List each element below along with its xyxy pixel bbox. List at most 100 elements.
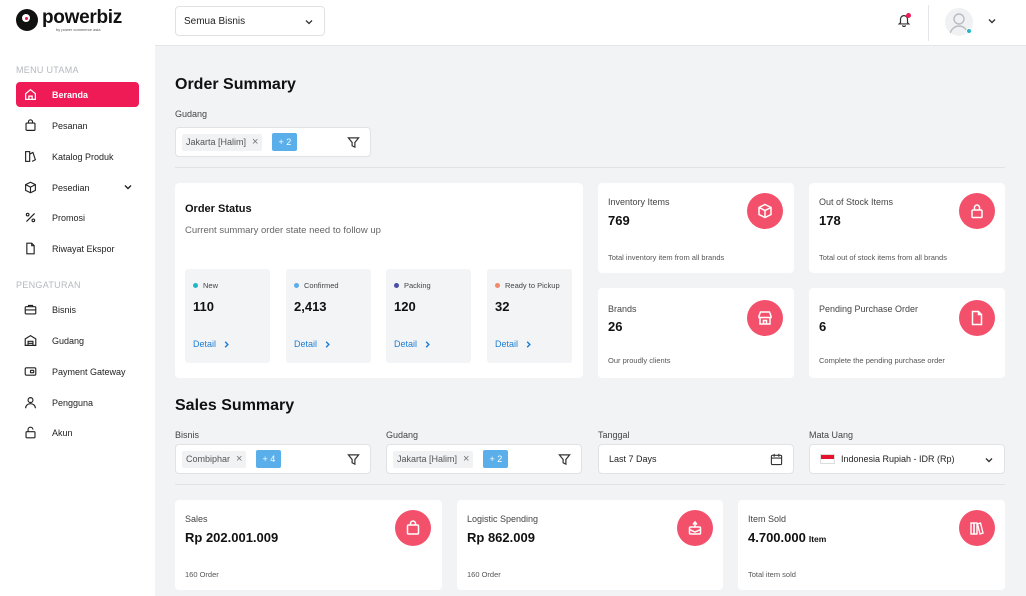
chevron-right-icon (425, 340, 430, 348)
gudang-chip[interactable]: Jakarta [Halim] × (182, 133, 263, 151)
sidebar-item-riwayat-ekspor[interactable]: Riwayat Ekspor (16, 236, 139, 261)
status-value: 110 (193, 299, 214, 314)
sidebar-item-gudang[interactable]: Gudang (16, 328, 139, 353)
filter-icon[interactable] (347, 453, 360, 466)
detail-link[interactable]: Detail (495, 339, 533, 349)
sidebar-item-label: Promosi (52, 212, 86, 223)
gudang-chip-label: Jakarta [Halim] (397, 454, 458, 464)
sidebar-item-promosi[interactable]: Promosi (16, 205, 139, 230)
status-dot (495, 283, 500, 288)
bisnis-filter[interactable]: Combiphar × + 4 (175, 444, 371, 474)
stat-value: Rp 202.001.009 (185, 530, 279, 545)
order-status-subtitle: Current summary order state need to foll… (185, 225, 381, 236)
chevron-right-icon (325, 340, 330, 348)
chevron-right-icon (526, 340, 531, 348)
status-dot (193, 283, 198, 288)
status-label: Confirmed (304, 281, 339, 290)
chevron-down-icon[interactable] (987, 16, 997, 26)
sidebar-item-label: Gudang (52, 335, 85, 346)
sidebar-item-pengguna[interactable]: Pengguna (16, 390, 139, 415)
date-range-select[interactable]: Last 7 Days (598, 444, 794, 474)
sidebar-item-beranda[interactable]: Beranda (16, 82, 139, 107)
sales-summary-title: Sales Summary (175, 397, 295, 414)
stat-card-pending-po: Pending Purchase Order 6 Complete the pe… (809, 288, 1005, 378)
stat-label: Brands (608, 304, 637, 314)
business-select[interactable]: Semua Bisnis (175, 6, 325, 36)
detail-link[interactable]: Detail (193, 339, 231, 349)
sidebar-item-label: Katalog Produk (52, 151, 114, 162)
detail-label: Detail (495, 339, 519, 349)
stat-value: 769 (608, 213, 630, 228)
item-sold-value: 4.700.000 (748, 530, 806, 545)
topbar: Semua Bisnis (155, 0, 1026, 46)
item-sold-unit: Item (808, 534, 827, 544)
currency-select[interactable]: Indonesia Rupiah - IDR (Rp) (809, 444, 1005, 474)
more-badge[interactable]: + 2 (272, 133, 298, 151)
chevron-down-icon (124, 185, 132, 190)
warehouse-icon (23, 334, 37, 348)
status-dot (394, 283, 399, 288)
section-divider (175, 484, 1005, 485)
filter-icon[interactable] (347, 136, 360, 149)
stat-label: Sales (185, 514, 208, 524)
sales-card-sales: Sales Rp 202.001.009 160 Order (175, 500, 442, 590)
stat-foot: Our proudly clients (608, 356, 671, 365)
sidebar-item-bisnis[interactable]: Bisnis (16, 297, 139, 322)
detail-label: Detail (294, 339, 318, 349)
stat-value: 178 (819, 213, 841, 228)
bisnis-chip[interactable]: Combiphar × (182, 450, 247, 468)
section-divider (175, 167, 1005, 168)
close-icon[interactable]: × (252, 136, 258, 148)
sidebar-item-pesedian[interactable]: Pesedian (16, 175, 139, 200)
status-dot (294, 283, 299, 288)
tanggal-label: Tanggal (598, 430, 630, 440)
status-box-confirmed: Confirmed 2,413 Detail (286, 269, 371, 363)
more-badge[interactable]: + 4 (256, 450, 282, 468)
close-icon[interactable]: × (463, 453, 469, 465)
more-badge[interactable]: + 2 (483, 450, 509, 468)
gudang-filter[interactable]: Jakarta [Halim] × + 2 (175, 127, 371, 157)
status-value: 32 (495, 299, 510, 314)
sidebar-item-label: Pesanan (52, 120, 88, 131)
stat-foot: Total inventory item from all brands (608, 253, 725, 262)
gudang-label: Gudang (175, 109, 208, 119)
brand-logo[interactable]: powerbiz by power commerce asia (16, 8, 122, 32)
detail-label: Detail (394, 339, 418, 349)
sales-card-item-sold: Item Sold 4.700.000 Item Total item sold (738, 500, 1005, 590)
document-icon (959, 300, 995, 336)
sidebar-item-label: Akun (52, 427, 73, 438)
sidebar-item-pesanan[interactable]: Pesanan (16, 113, 139, 138)
status-label: New (203, 281, 219, 290)
stat-value: Rp 862.009 (467, 530, 535, 545)
sales-card-logistic: Logistic Spending Rp 862.009 160 Order (457, 500, 723, 590)
stat-foot: Complete the pending purchase order (819, 356, 945, 365)
gudang-chip[interactable]: Jakarta [Halim] × (393, 450, 474, 468)
logo-icon (16, 9, 38, 31)
calendar-icon[interactable] (770, 453, 783, 466)
sales-gudang-label: Gudang (386, 430, 419, 440)
sales-gudang-filter[interactable]: Jakarta [Halim] × + 2 (386, 444, 582, 474)
close-icon[interactable]: × (236, 453, 242, 465)
percent-icon (23, 211, 37, 225)
stat-label: Out of Stock Items (819, 197, 894, 207)
sidebar-item-akun[interactable]: Akun (16, 420, 139, 445)
lock-icon (959, 193, 995, 229)
sidebar-item-katalog-produk[interactable]: Katalog Produk (16, 144, 139, 169)
status-box-new: New 110 Detail (185, 269, 270, 363)
stat-label: Inventory Items (608, 197, 670, 207)
notification-dot (906, 13, 911, 18)
user-icon (23, 396, 37, 410)
date-range-value: Last 7 Days (609, 454, 657, 464)
detail-label: Detail (193, 339, 217, 349)
detail-link[interactable]: Detail (394, 339, 432, 349)
stat-label: Pending Purchase Order (819, 304, 919, 314)
status-box-packing: Packing 120 Detail (386, 269, 471, 363)
order-status-title: Order Status (185, 203, 252, 215)
detail-link[interactable]: Detail (294, 339, 332, 349)
sidebar-item-payment-gateway[interactable]: Payment Gateway (16, 359, 139, 384)
business-select-value: Semua Bisnis (184, 15, 246, 27)
sidebar: powerbiz by power commerce asia MENU UTA… (0, 0, 155, 596)
brand-tagline: by power commerce asia (56, 27, 101, 32)
section-title-settings: PENGATURAN (16, 280, 81, 290)
filter-icon[interactable] (558, 453, 571, 466)
